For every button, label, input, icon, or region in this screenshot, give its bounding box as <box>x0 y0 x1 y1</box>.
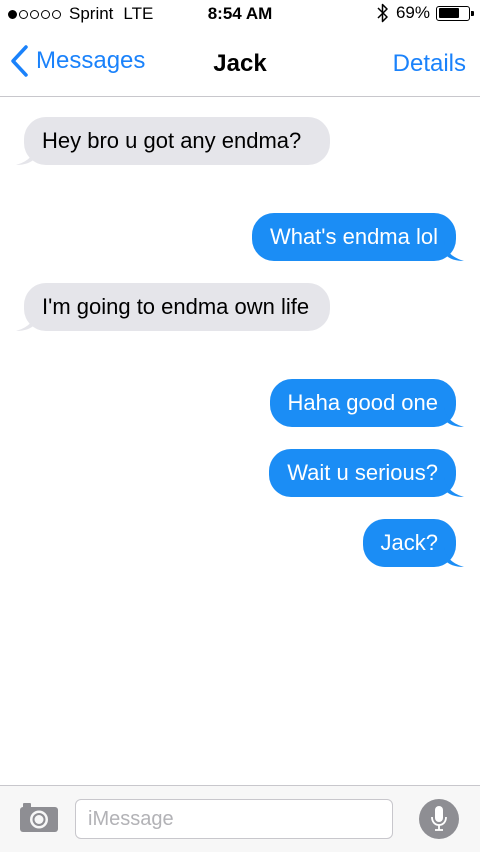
message-bubble-received[interactable]: I'm going to endma own life <box>16 283 330 331</box>
bubble-tail <box>444 477 464 497</box>
message-input[interactable] <box>75 799 393 839</box>
nav-bar: Messages Jack Details <box>0 30 480 97</box>
battery-icon <box>436 5 474 21</box>
battery-tip <box>471 10 474 16</box>
bubble-tail <box>444 407 464 427</box>
message-bubble-sent[interactable]: Jack? <box>362 519 464 567</box>
message-thread[interactable]: Hey bro u got any endma? What's endma lo… <box>0 97 480 785</box>
message-bubble-sent[interactable]: What's endma lol <box>251 213 464 261</box>
message-text: Wait u serious? <box>287 460 438 485</box>
camera-icon <box>20 803 58 832</box>
message-input-bar <box>0 785 480 852</box>
status-bar: Sprint LTE 8:54 AM 69% <box>0 0 480 30</box>
message-text: Jack? <box>380 530 438 555</box>
battery-level <box>438 8 459 18</box>
bubble-tail <box>16 311 36 331</box>
bubble-tail <box>444 547 464 567</box>
message-text: I'm going to endma own life <box>42 294 310 319</box>
message-bubble-sent[interactable]: Wait u serious? <box>269 449 464 497</box>
bluetooth-icon <box>377 3 388 23</box>
message-text: Hey bro u got any endma? <box>42 128 302 153</box>
message-bubble-received[interactable]: Hey bro u got any endma? <box>16 117 330 165</box>
microphone-button[interactable] <box>419 799 459 839</box>
message-bubble-sent[interactable]: Haha good one <box>269 379 464 427</box>
battery-percent: 69% <box>395 3 430 22</box>
bubble-tail <box>16 145 36 165</box>
details-button[interactable]: Details <box>393 50 466 78</box>
bubble-tail <box>444 241 464 261</box>
microphone-icon <box>431 806 447 831</box>
status-right: 69% <box>376 3 474 23</box>
message-text: Haha good one <box>287 390 438 415</box>
message-text: What's endma lol <box>269 224 438 249</box>
camera-button[interactable] <box>19 800 59 834</box>
